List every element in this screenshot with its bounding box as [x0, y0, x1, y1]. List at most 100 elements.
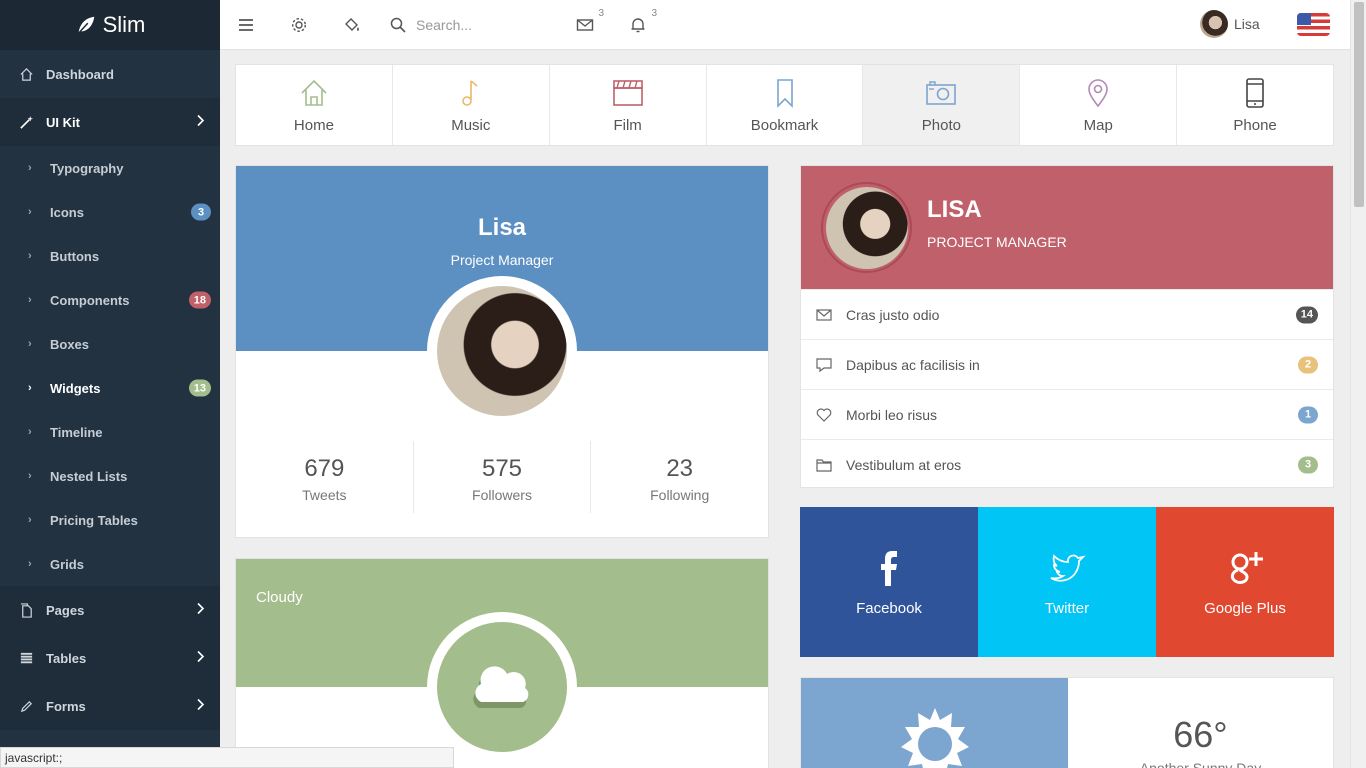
- profile-photo: [825, 186, 908, 269]
- weather-description: Another Sunny Day: [1139, 760, 1262, 768]
- tab-home[interactable]: Home: [236, 65, 393, 145]
- sidebar-item-label: Grids: [50, 556, 84, 572]
- weather-card-cloudy: Cloudy: [235, 558, 769, 768]
- sidebar-item-grids[interactable]: › Grids: [0, 542, 220, 586]
- chevron-right-icon: ›: [28, 558, 32, 570]
- brand-name: Slim: [102, 12, 146, 37]
- facebook-button[interactable]: Facebook: [800, 507, 978, 657]
- chevron-right-icon: ›: [28, 294, 32, 306]
- sidebar-item-pages[interactable]: Pages: [0, 586, 220, 634]
- clapperboard-icon: [612, 79, 643, 106]
- mail-count: 3: [598, 8, 604, 19]
- google-plus-button[interactable]: Google Plus: [1156, 507, 1334, 657]
- tab-music[interactable]: Music: [393, 65, 550, 145]
- mail-icon[interactable]: 3: [574, 8, 604, 36]
- tab-label: Home: [293, 116, 334, 134]
- magic-wand-icon: [18, 114, 34, 130]
- profile-card-list: LISA PROJECT MANAGER Cras justo odio 14 …: [800, 165, 1334, 488]
- sidebar-item-widgets[interactable]: › Widgets 13: [0, 366, 220, 410]
- tab-label: Map: [1083, 116, 1113, 134]
- tab-label: Film: [613, 116, 642, 134]
- sidebar-item-pricing-tables[interactable]: › Pricing Tables: [0, 498, 220, 542]
- list-item[interactable]: Dapibus ac facilisis in 2: [801, 339, 1333, 389]
- twitter-button[interactable]: Twitter: [978, 507, 1156, 657]
- sidebar-item-components[interactable]: › Components 18: [0, 278, 220, 322]
- list-item[interactable]: Morbi leo risus 1: [801, 389, 1333, 439]
- social-buttons: Facebook Twitter Google Plus: [800, 507, 1334, 657]
- search-icon[interactable]: [387, 14, 409, 36]
- hamburger-menu-icon[interactable]: [235, 14, 257, 36]
- tab-map[interactable]: Map: [1020, 65, 1178, 145]
- heart-icon: [816, 407, 832, 422]
- sidebar-item-timeline[interactable]: › Timeline: [0, 410, 220, 454]
- scrollbar[interactable]: [1350, 0, 1366, 768]
- chevron-right-icon: [196, 650, 206, 666]
- comment-icon: [816, 357, 832, 372]
- stat-label: Followers: [472, 487, 532, 503]
- user-name: Lisa: [1234, 16, 1260, 32]
- stat-value: 575: [481, 455, 523, 482]
- browser-status-bar: javascript:;: [0, 747, 454, 768]
- google-plus-icon: [1230, 551, 1263, 584]
- stat-value: 23: [666, 455, 694, 482]
- sidebar-item-label: Tables: [46, 650, 87, 666]
- home-icon: [301, 79, 327, 106]
- sidebar-item-label: Forms: [46, 698, 86, 714]
- user-menu[interactable]: Lisa: [1200, 10, 1260, 38]
- notification-count: 3: [651, 8, 657, 19]
- pages-icon: [18, 602, 34, 618]
- count-badge: 1: [1298, 406, 1318, 423]
- facebook-label: Facebook: [856, 599, 922, 617]
- tab-film[interactable]: Film: [550, 65, 707, 145]
- sidebar-item-tables[interactable]: Tables: [0, 634, 220, 682]
- sidebar-item-label: Components: [50, 292, 130, 308]
- weather-info: 66° Another Sunny Day: [1068, 678, 1333, 768]
- tab-label: Photo: [921, 116, 961, 134]
- sidebar-item-icons[interactable]: › Icons 3: [0, 190, 220, 234]
- topbar: 3 3 Lisa: [220, 0, 1350, 50]
- home-icon: [18, 66, 34, 82]
- sidebar-item-label: Nested Lists: [50, 468, 128, 484]
- sidebar-item-label: Pages: [46, 602, 85, 618]
- avatar: [1200, 10, 1228, 38]
- cloud-icon: [473, 666, 529, 708]
- icon-tab-bar: Home Music Film Bookmark Photo Map Phone: [235, 64, 1334, 146]
- count-badge: 13: [188, 379, 211, 397]
- chevron-right-icon: ›: [28, 206, 32, 218]
- tab-phone[interactable]: Phone: [1177, 65, 1333, 145]
- sidebar-item-nested-lists[interactable]: › Nested Lists: [0, 454, 220, 498]
- chevron-right-icon: ›: [28, 250, 32, 262]
- mobile-phone-icon: [1246, 77, 1264, 108]
- list-item[interactable]: Cras justo odio 14: [801, 289, 1333, 339]
- chevron-right-icon: ›: [28, 470, 32, 482]
- search-input[interactable]: [416, 14, 556, 36]
- weather-card-sunny: 66° Another Sunny Day: [800, 677, 1334, 768]
- scrollbar-thumb[interactable]: [1354, 2, 1364, 207]
- list-item[interactable]: Vestibulum at eros 3: [801, 439, 1333, 489]
- camera-icon: [926, 80, 957, 105]
- us-flag-icon[interactable]: [1297, 13, 1330, 36]
- sidebar-item-label: UI Kit: [46, 114, 80, 130]
- tab-bookmark[interactable]: Bookmark: [707, 65, 864, 145]
- sidebar-item-ui-kit[interactable]: UI Kit: [0, 98, 220, 146]
- profile-stats: 679 Tweets 575 Followers 23 Following: [236, 441, 768, 513]
- sidebar-item-label: Icons: [50, 204, 84, 220]
- gear-icon[interactable]: [288, 14, 310, 36]
- sidebar-item-typography[interactable]: › Typography: [0, 146, 220, 190]
- count-badge: 3: [1298, 456, 1318, 473]
- pencil-icon: [18, 698, 34, 714]
- stat-label: Following: [650, 487, 710, 503]
- bell-icon[interactable]: 3: [627, 8, 657, 36]
- sidebar-item-buttons[interactable]: › Buttons: [0, 234, 220, 278]
- tab-photo[interactable]: Photo: [863, 65, 1021, 145]
- list-item-label: Dapibus ac facilisis in: [846, 356, 980, 373]
- sidebar-item-dashboard[interactable]: Dashboard: [0, 50, 220, 98]
- sidebar: Slim Dashboard UI Kit › Typography › Icons…: [0, 0, 220, 768]
- sidebar-item-forms[interactable]: Forms: [0, 682, 220, 730]
- sidebar-item-boxes[interactable]: › Boxes: [0, 322, 220, 366]
- paint-bucket-icon[interactable]: [341, 14, 363, 36]
- brand-logo[interactable]: Slim: [0, 0, 220, 50]
- profile-role: Project Manager: [450, 252, 554, 268]
- weather-icon-circle: [427, 612, 577, 762]
- count-badge: 14: [1295, 306, 1318, 323]
